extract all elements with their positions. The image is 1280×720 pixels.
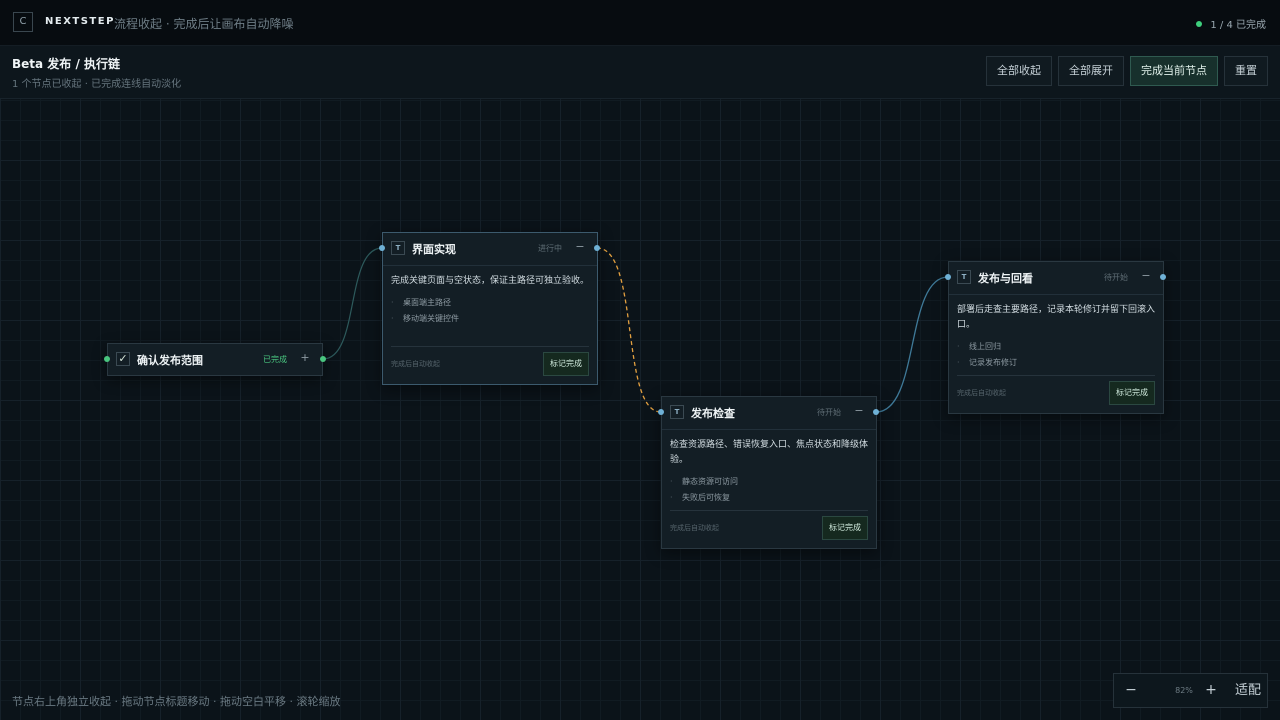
interaction-hint: 节点右上角独立收起 · 拖动节点标题移动 · 拖动空白平移 · 滚轮缩放 [12,695,341,708]
node-footer: 完成后自动收起 标记完成 [391,346,589,376]
input-port[interactable] [658,409,664,415]
status-badge: 待开始 [817,408,841,417]
zoom-controls: − 82% + 适配 [1113,673,1268,708]
node-body: 完成关键页面与空状态，保证主路径可独立验收。 · 桌面端主路径 · 移动端关键控件 [383,266,597,327]
mark-complete-button[interactable]: 标记完成 [1109,381,1155,405]
mark-complete-button[interactable]: 标记完成 [822,516,868,540]
list-item: · 桌面端主路径 [391,298,451,307]
node-header[interactable]: ✓ 确认发布范围 已完成 + [108,344,322,376]
input-port[interactable] [104,356,110,362]
node-release-check[interactable]: T 发布检查 待开始 − 检查资源路径、错误恢复入口、焦点状态和降级体验。 · 静… [661,396,877,549]
node-release-review[interactable]: T 发布与回看 待开始 − 部署后走查主要路径，记录本轮修订并留下回滚入口。 ·… [948,261,1164,414]
check-icon: ✓ [116,352,130,366]
edge-n2-n3 [596,247,662,413]
list-item: · 静态资源可访问 [670,477,738,486]
list-item: · 失败后可恢复 [670,493,730,502]
node-description: 检查资源路径、错误恢复入口、焦点状态和降级体验。 [670,440,869,465]
node-title: 界面实现 [412,243,456,256]
list-item: · 记录发布修订 [957,358,1017,367]
mark-complete-button[interactable]: 标记完成 [543,352,589,376]
input-port[interactable] [379,245,385,251]
node-header[interactable]: T 发布检查 待开始 − [662,397,876,430]
output-port[interactable] [1160,274,1166,280]
footer-note: 完成后自动收起 [391,360,440,368]
output-port[interactable] [873,409,879,415]
node-title: 发布与回看 [978,272,1033,285]
edge-n1-n2 [322,247,383,360]
footer-note: 完成后自动收起 [670,524,719,532]
zoom-out-button[interactable]: − [1114,674,1148,707]
node-ui-implementation[interactable]: T 界面实现 进行中 − 完成关键页面与空状态，保证主路径可独立验收。 · 桌面端… [382,232,598,385]
output-port[interactable] [594,245,600,251]
node-footer: 完成后自动收起 标记完成 [670,510,868,540]
input-port[interactable] [945,274,951,280]
node-header[interactable]: T 界面实现 进行中 − [383,233,597,266]
collapse-toggle-button[interactable]: − [852,404,866,418]
node-title: 确认发布范围 [137,354,203,367]
node-description: 部署后走查主要路径，记录本轮修订并留下回滚入口。 [957,305,1156,330]
node-confirm-scope[interactable]: ✓ 确认发布范围 已完成 + [107,343,323,376]
list-item: · 移动端关键控件 [391,314,459,323]
status-badge: 进行中 [538,244,562,253]
footer-note: 完成后自动收起 [957,389,1006,397]
list-item: · 线上回归 [957,342,1001,351]
node-title: 发布检查 [691,407,735,420]
node-header[interactable]: T 发布与回看 待开始 − [949,262,1163,295]
status-badge: 待开始 [1104,273,1128,282]
zoom-in-button[interactable]: + [1194,674,1228,707]
collapse-toggle-button[interactable]: − [573,240,587,254]
checklist: · 线上回归 · 记录发布修订 [957,339,1155,371]
task-type-icon: T [957,270,971,284]
node-footer: 完成后自动收起 标记完成 [957,375,1155,405]
collapse-toggle-button[interactable]: − [1139,269,1153,283]
node-body: 部署后走查主要路径，记录本轮修订并留下回滚入口。 · 线上回归 · 记录发布修订 [949,295,1163,371]
task-type-icon: T [670,405,684,419]
node-body: 检查资源路径、错误恢复入口、焦点状态和降级体验。 · 静态资源可访问 · 失败后可恢… [662,430,876,506]
node-description: 完成关键页面与空状态，保证主路径可独立验收。 [391,276,590,286]
expand-toggle-button[interactable]: + [298,351,312,365]
task-type-icon: T [391,241,405,255]
edge-n3-n4 [875,276,949,413]
checklist: · 静态资源可访问 · 失败后可恢复 [670,474,868,506]
checklist: · 桌面端主路径 · 移动端关键控件 [391,295,589,327]
output-port[interactable] [320,356,326,362]
fit-view-button[interactable]: 适配 [1228,674,1268,707]
status-badge: 已完成 [263,355,287,364]
